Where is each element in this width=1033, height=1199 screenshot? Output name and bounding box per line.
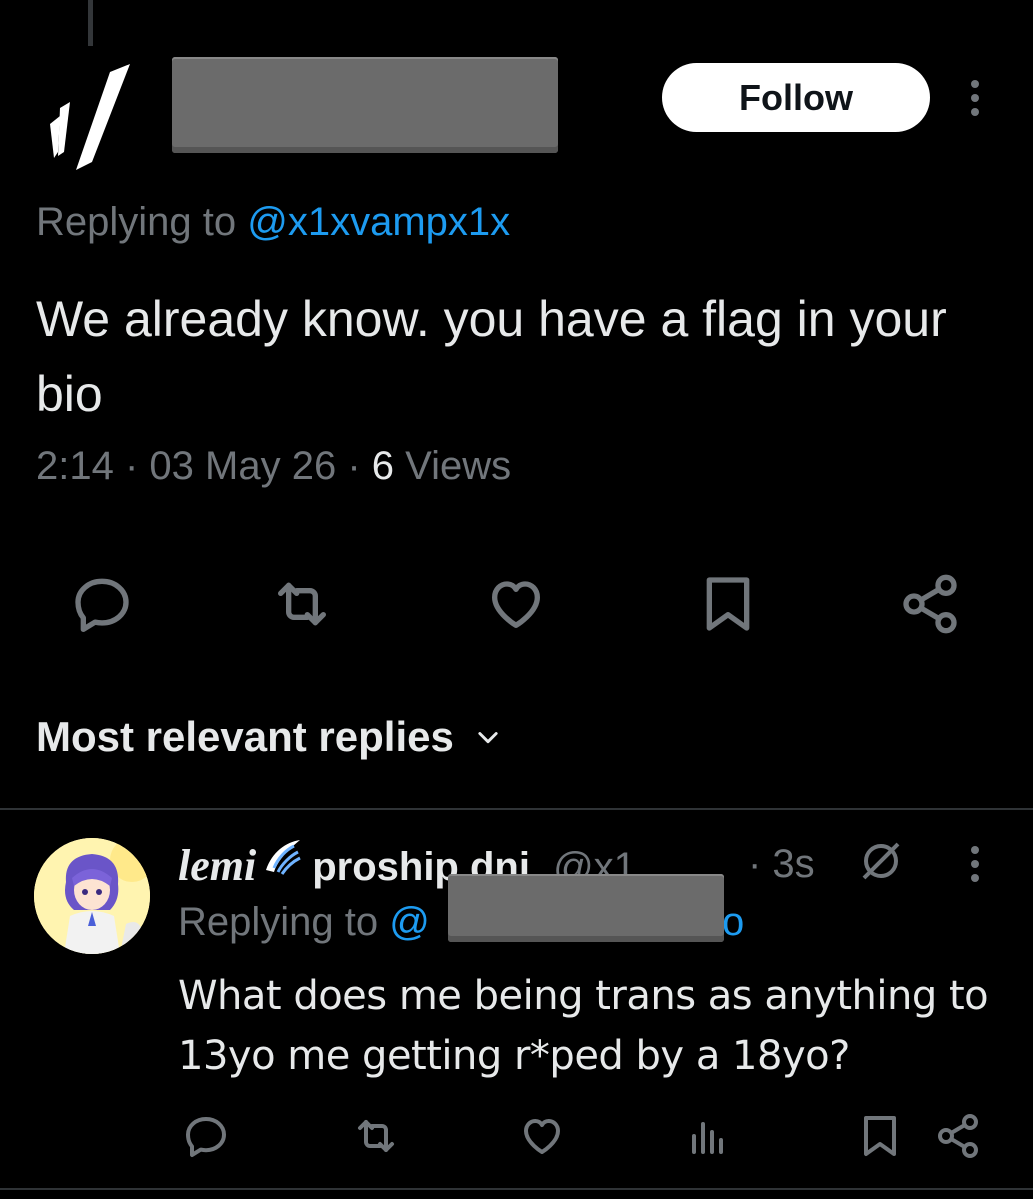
tweet-meta: 2:14 · 03 May 26 · 6 Views	[36, 444, 511, 489]
heart-icon[interactable]	[518, 1112, 566, 1160]
retweet-icon[interactable]	[270, 572, 334, 636]
retweet-icon[interactable]	[352, 1112, 400, 1160]
replies-sort-label: Most relevant replies	[36, 713, 454, 760]
replies-sort-selector[interactable]: Most relevant replies	[36, 713, 502, 761]
replying-to-label: Replying to	[36, 200, 248, 244]
section-divider	[0, 808, 1033, 810]
tweet-date[interactable]: 03 May 26	[149, 444, 336, 488]
community-note-icon	[862, 842, 900, 880]
chevron-down-icon	[478, 732, 498, 744]
meta-separator: ·	[124, 444, 150, 488]
reply-time[interactable]: · 3s	[748, 842, 815, 887]
replying-to-mention[interactable]: @x1xvampx1x	[247, 200, 510, 244]
more-options-icon[interactable]	[962, 78, 988, 118]
tweet-time[interactable]: 2:14	[36, 444, 114, 488]
views-count[interactable]: 6	[372, 444, 394, 488]
redacted-handle	[448, 874, 724, 942]
wing-emoji-icon	[266, 840, 301, 875]
reply-avatar[interactable]	[34, 838, 150, 954]
follow-button[interactable]: Follow	[662, 63, 930, 132]
heart-icon[interactable]	[484, 572, 548, 636]
reply-icon[interactable]	[182, 1112, 230, 1160]
replying-to-mention-end[interactable]: o	[722, 900, 744, 945]
bookmark-icon[interactable]	[696, 572, 760, 636]
views-label: Views	[394, 444, 512, 488]
redacted-username	[172, 57, 558, 153]
replying-to-label: Replying to	[178, 900, 390, 944]
views-icon[interactable]	[684, 1112, 732, 1160]
tweet-text: We already know. you have a flag in your…	[36, 291, 947, 422]
reply-display-name[interactable]: lemi	[178, 840, 256, 891]
reply-divider	[0, 1188, 1033, 1190]
meta-separator: ·	[347, 444, 372, 488]
share-icon[interactable]	[898, 572, 962, 636]
thread-connector-line	[88, 0, 93, 46]
avatar-logo[interactable]	[32, 62, 142, 172]
reply-replying-to-line: Replying to @	[178, 900, 430, 945]
more-options-icon[interactable]	[962, 844, 988, 884]
bookmark-icon[interactable]	[856, 1112, 904, 1160]
replying-to-mention[interactable]: @	[389, 900, 430, 944]
share-icon[interactable]	[934, 1112, 982, 1160]
reply-icon[interactable]	[70, 572, 134, 636]
replying-to-line: Replying to @x1xvampx1x	[36, 200, 510, 245]
reply-text: What does me being trans as anything to …	[178, 973, 989, 1079]
